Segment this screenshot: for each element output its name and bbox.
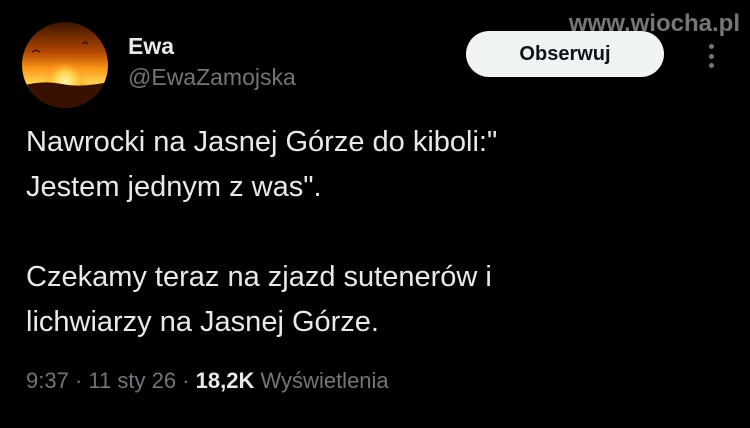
tweet-line: lichwiarzy na Jasnej Górze. — [26, 306, 379, 338]
dot — [708, 53, 714, 59]
follow-button[interactable]: Obserwuj — [466, 31, 664, 77]
tweet-time[interactable]: 9:37 — [26, 368, 69, 393]
tweet-date[interactable]: 11 sty 26 — [88, 368, 176, 393]
author-display-name[interactable]: Ewa — [128, 32, 174, 60]
more-dots-icon[interactable] — [704, 44, 718, 68]
dot — [708, 63, 714, 68]
avatar[interactable] — [22, 22, 108, 108]
tweet-line: Czekamy teraz na zjazd sutenerów i — [26, 261, 492, 293]
views-label: Wyświetlenia — [260, 368, 389, 393]
meta-separator: · — [182, 368, 190, 393]
author-handle[interactable]: @EwaZamojska — [128, 63, 296, 91]
sunset-avatar-image — [22, 22, 108, 108]
tweet-meta: 9:37 · 11 sty 26 · 18,2K Wyświetlenia — [26, 366, 389, 396]
views-count: 18,2K — [195, 368, 255, 393]
dot — [708, 44, 714, 49]
tweet-line: Nawrocki na Jasnej Górze do kiboli:" — [26, 126, 498, 158]
meta-separator: · — [74, 368, 83, 393]
tweet-line: Jestem jednym z was". — [26, 171, 322, 203]
tweet-text: Nawrocki na Jasnej Górze do kiboli:" Jes… — [26, 120, 726, 345]
